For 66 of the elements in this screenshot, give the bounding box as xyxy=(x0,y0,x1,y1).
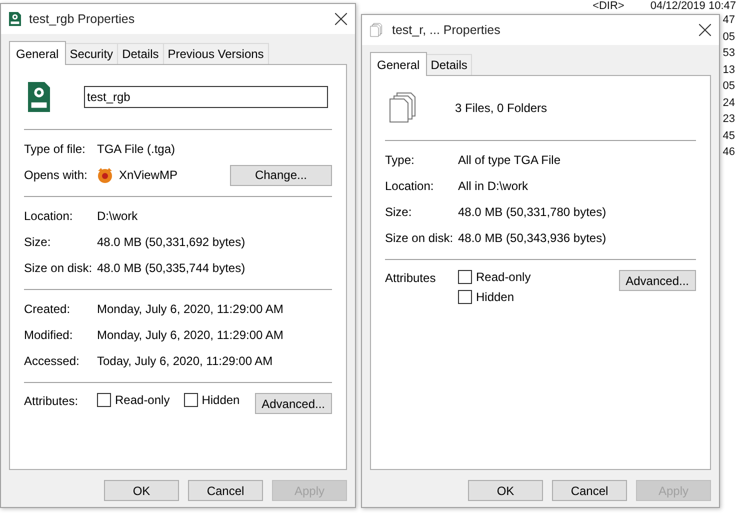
field-label: Type: xyxy=(385,153,416,167)
listing-text: 05 xyxy=(722,79,735,94)
listing-text: 13 xyxy=(722,62,735,78)
listing-text: 24 xyxy=(722,96,735,110)
window-title: test_r, ... Properties xyxy=(392,23,502,37)
advanced-button[interactable]: Advanced... xyxy=(254,393,332,414)
field-label: Type of file: xyxy=(24,142,86,156)
checkbox[interactable] xyxy=(458,270,472,284)
dialog-button[interactable]: OK xyxy=(468,480,543,501)
close-icon xyxy=(699,24,711,36)
listing-text: 53 xyxy=(722,46,735,61)
app-name: XnViewMP xyxy=(119,168,178,182)
dialog-button[interactable]: Cancel xyxy=(552,480,627,501)
field-label: Opens with: xyxy=(24,168,88,182)
tab[interactable]: Previous Versions xyxy=(162,43,269,64)
listing-text: 05 xyxy=(722,30,735,44)
field-label: Location: xyxy=(385,179,435,193)
tab[interactable]: Details xyxy=(426,54,472,75)
file-icon xyxy=(28,82,50,112)
dialog-button[interactable]: Cancel xyxy=(188,480,263,501)
listing-text: 47 xyxy=(722,13,735,28)
app-icon xyxy=(97,167,113,183)
field-value: Today, July 6, 2020, 11:29:00 AM xyxy=(97,354,274,368)
field-value: 48.0 MB (50,343,936 bytes) xyxy=(458,231,608,245)
checkbox-label: Hidden xyxy=(202,393,240,407)
field-label: Created: xyxy=(24,302,72,316)
field-label: Size on disk: xyxy=(385,231,454,245)
window-title: test_rgb Properties xyxy=(29,12,136,26)
summary-text: 3 Files, 0 Folders xyxy=(455,101,548,115)
field-label: Accessed: xyxy=(24,354,80,368)
field-label: Location: xyxy=(24,209,74,223)
listing-text: 23 xyxy=(722,112,735,127)
tab[interactable]: General xyxy=(370,52,427,76)
checkbox-label: Read-only xyxy=(115,393,170,407)
listing-text: 46 xyxy=(722,145,735,160)
field-value: Monday, July 6, 2020, 11:29:00 AM xyxy=(97,328,284,342)
checkbox[interactable] xyxy=(97,393,111,407)
close-icon xyxy=(335,13,347,25)
change-button[interactable]: Change... xyxy=(230,164,332,186)
field-label: Modified: xyxy=(24,328,74,342)
listing-text: 45 xyxy=(722,128,735,144)
tab[interactable]: General xyxy=(9,41,66,65)
field-value: All of type TGA File xyxy=(458,153,562,167)
field-value: 48.0 MB (50,331,692 bytes) xyxy=(97,235,246,249)
listing-text: 04/12/2019 10:47 xyxy=(650,0,736,12)
field-label: Attributes: xyxy=(24,393,80,409)
files-icon xyxy=(370,23,384,37)
name-field[interactable]: test_rgb xyxy=(84,86,328,108)
field-label: Attributes xyxy=(385,270,437,286)
field-label: Size: xyxy=(24,235,52,249)
file-icon xyxy=(9,12,21,26)
checkbox[interactable] xyxy=(458,290,472,304)
advanced-button[interactable]: Advanced... xyxy=(618,270,696,291)
field-label: Size: xyxy=(385,205,413,219)
field-value: All in D:\work xyxy=(458,179,530,193)
listing-text: <DIR> xyxy=(592,0,624,12)
field-value: TGA File (.tga) xyxy=(97,142,176,156)
field-label: Size on disk: xyxy=(24,261,94,275)
checkbox-label: Read-only xyxy=(476,270,531,284)
checkbox[interactable] xyxy=(184,393,198,407)
field-value: D:\work xyxy=(97,209,139,223)
field-value: 48.0 MB (50,331,780 bytes) xyxy=(458,205,608,219)
field-value: Monday, July 6, 2020, 11:29:00 AM xyxy=(97,302,284,316)
field-value: 48.0 MB (50,335,744 bytes) xyxy=(97,261,246,275)
checkbox-label: Hidden xyxy=(476,290,514,304)
dialog-button[interactable]: OK xyxy=(104,480,179,501)
